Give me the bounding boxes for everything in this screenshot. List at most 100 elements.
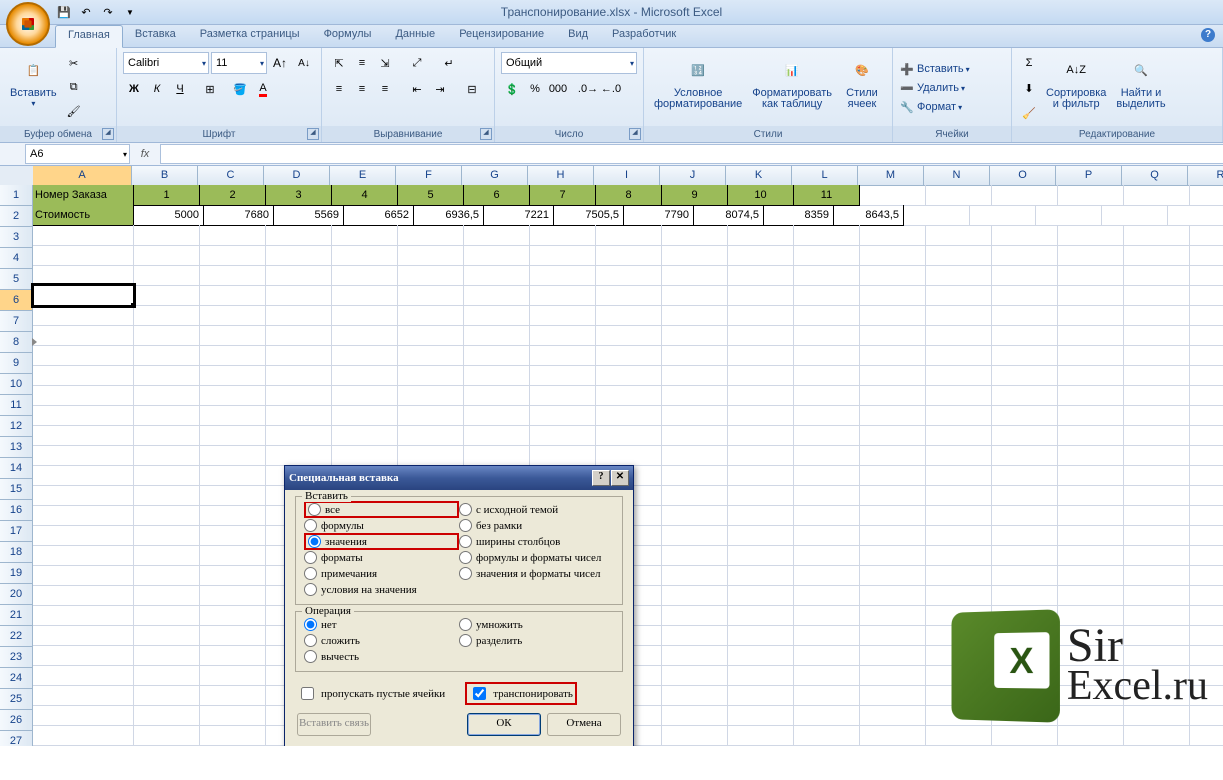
cell-K17[interactable] bbox=[728, 505, 794, 526]
row-header-15[interactable]: 15 bbox=[0, 479, 33, 500]
cell-L24[interactable] bbox=[794, 645, 860, 666]
cell-B21[interactable] bbox=[134, 585, 200, 606]
cell-M10[interactable] bbox=[860, 365, 926, 386]
cell-P1[interactable] bbox=[1058, 185, 1124, 206]
sort-filter-button[interactable]: A↓ZСортировка и фильтр bbox=[1042, 52, 1110, 112]
cell-L10[interactable] bbox=[794, 365, 860, 386]
cell-C12[interactable] bbox=[200, 405, 266, 426]
cell-Q14[interactable] bbox=[1124, 445, 1190, 466]
currency-icon[interactable]: 💲 bbox=[501, 78, 523, 100]
fill-color-icon[interactable]: 🪣 bbox=[229, 78, 251, 100]
cell-B1[interactable]: 1 bbox=[134, 185, 200, 206]
cell-B11[interactable] bbox=[134, 385, 200, 406]
cell-M11[interactable] bbox=[860, 385, 926, 406]
cell-O21[interactable] bbox=[992, 585, 1058, 606]
cell-K27[interactable] bbox=[728, 705, 794, 726]
cell-F7[interactable] bbox=[398, 305, 464, 326]
cell-M20[interactable] bbox=[860, 565, 926, 586]
cell-K26[interactable] bbox=[728, 685, 794, 706]
cell-M24[interactable] bbox=[860, 645, 926, 666]
cell-R22[interactable] bbox=[1190, 605, 1223, 626]
cell-O2[interactable] bbox=[1036, 205, 1102, 226]
row-header-27[interactable]: 27 bbox=[0, 731, 33, 746]
cell-N29[interactable] bbox=[926, 745, 992, 746]
cell-B4[interactable] bbox=[134, 245, 200, 266]
cell-Q3[interactable] bbox=[1124, 225, 1190, 246]
cell-P27[interactable] bbox=[1058, 705, 1124, 726]
cell-P22[interactable] bbox=[1058, 605, 1124, 626]
cell-G3[interactable] bbox=[464, 225, 530, 246]
cell-E14[interactable] bbox=[332, 445, 398, 466]
cell-J1[interactable]: 9 bbox=[662, 185, 728, 206]
cell-Q4[interactable] bbox=[1124, 245, 1190, 266]
cell-N23[interactable] bbox=[926, 625, 992, 646]
column-header-C[interactable]: C bbox=[198, 166, 264, 186]
cell-B7[interactable] bbox=[134, 305, 200, 326]
cell-B17[interactable] bbox=[134, 505, 200, 526]
shrink-font-icon[interactable]: A↓ bbox=[293, 52, 315, 74]
cell-O17[interactable] bbox=[992, 505, 1058, 526]
cell-O29[interactable] bbox=[992, 745, 1058, 746]
cell-O15[interactable] bbox=[992, 465, 1058, 486]
cell-I1[interactable]: 8 bbox=[596, 185, 662, 206]
cell-P14[interactable] bbox=[1058, 445, 1124, 466]
insert-cells-button[interactable]: ➕Вставить▾ bbox=[899, 61, 970, 77]
cell-H12[interactable] bbox=[530, 405, 596, 426]
cell-J27[interactable] bbox=[662, 705, 728, 726]
cell-R15[interactable] bbox=[1190, 465, 1223, 486]
cell-P10[interactable] bbox=[1058, 365, 1124, 386]
cell-C11[interactable] bbox=[200, 385, 266, 406]
cell-M17[interactable] bbox=[860, 505, 926, 526]
align-left-icon[interactable]: ≡ bbox=[328, 78, 350, 100]
column-header-D[interactable]: D bbox=[264, 166, 330, 186]
cell-B9[interactable] bbox=[134, 345, 200, 366]
cell-O12[interactable] bbox=[992, 405, 1058, 426]
cell-J26[interactable] bbox=[662, 685, 728, 706]
font-color-icon[interactable]: A bbox=[252, 78, 274, 100]
cell-N3[interactable] bbox=[926, 225, 992, 246]
cell-K29[interactable] bbox=[728, 745, 794, 746]
cell-B12[interactable] bbox=[134, 405, 200, 426]
cell-G9[interactable] bbox=[464, 345, 530, 366]
cell-L4[interactable] bbox=[794, 245, 860, 266]
cell-B6[interactable] bbox=[134, 285, 200, 306]
cell-C17[interactable] bbox=[200, 505, 266, 526]
cell-L25[interactable] bbox=[794, 665, 860, 686]
cell-O8[interactable] bbox=[992, 325, 1058, 346]
cell-C24[interactable] bbox=[200, 645, 266, 666]
dialog-close-icon[interactable]: ✕ bbox=[611, 470, 629, 486]
cell-P13[interactable] bbox=[1058, 425, 1124, 446]
cell-C2[interactable]: 7680 bbox=[204, 205, 274, 226]
cell-Q21[interactable] bbox=[1124, 585, 1190, 606]
cell-J16[interactable] bbox=[662, 485, 728, 506]
cell-P25[interactable] bbox=[1058, 665, 1124, 686]
cell-P29[interactable] bbox=[1058, 745, 1124, 746]
cell-P24[interactable] bbox=[1058, 645, 1124, 666]
cell-P8[interactable] bbox=[1058, 325, 1124, 346]
cell-O16[interactable] bbox=[992, 485, 1058, 506]
cell-K1[interactable]: 10 bbox=[728, 185, 794, 206]
bold-icon[interactable]: Ж bbox=[123, 78, 145, 100]
cell-R8[interactable] bbox=[1190, 325, 1223, 346]
cell-N7[interactable] bbox=[926, 305, 992, 326]
cell-N8[interactable] bbox=[926, 325, 992, 346]
radio-paste-values-numfmt[interactable]: значения и форматы чисел bbox=[459, 567, 614, 580]
cell-R4[interactable] bbox=[1190, 245, 1223, 266]
cell-D6[interactable] bbox=[266, 285, 332, 306]
column-header-G[interactable]: G bbox=[462, 166, 528, 186]
cell-C29[interactable] bbox=[200, 745, 266, 746]
row-header-23[interactable]: 23 bbox=[0, 647, 33, 668]
cell-B8[interactable] bbox=[134, 325, 200, 346]
cell-P9[interactable] bbox=[1058, 345, 1124, 366]
redo-icon[interactable]: ↷ bbox=[99, 3, 117, 21]
cell-N10[interactable] bbox=[926, 365, 992, 386]
cell-R5[interactable] bbox=[1190, 265, 1223, 286]
cell-M12[interactable] bbox=[860, 405, 926, 426]
cell-D2[interactable]: 5569 bbox=[274, 205, 344, 226]
radio-paste-formulas[interactable]: формулы bbox=[304, 519, 459, 532]
cell-styles-button[interactable]: 🎨Стили ячеек bbox=[838, 52, 886, 112]
checkbox-skip-blanks[interactable]: пропускать пустые ячейки bbox=[297, 684, 445, 703]
cell-J19[interactable] bbox=[662, 545, 728, 566]
cell-R20[interactable] bbox=[1190, 565, 1223, 586]
cell-Q9[interactable] bbox=[1124, 345, 1190, 366]
